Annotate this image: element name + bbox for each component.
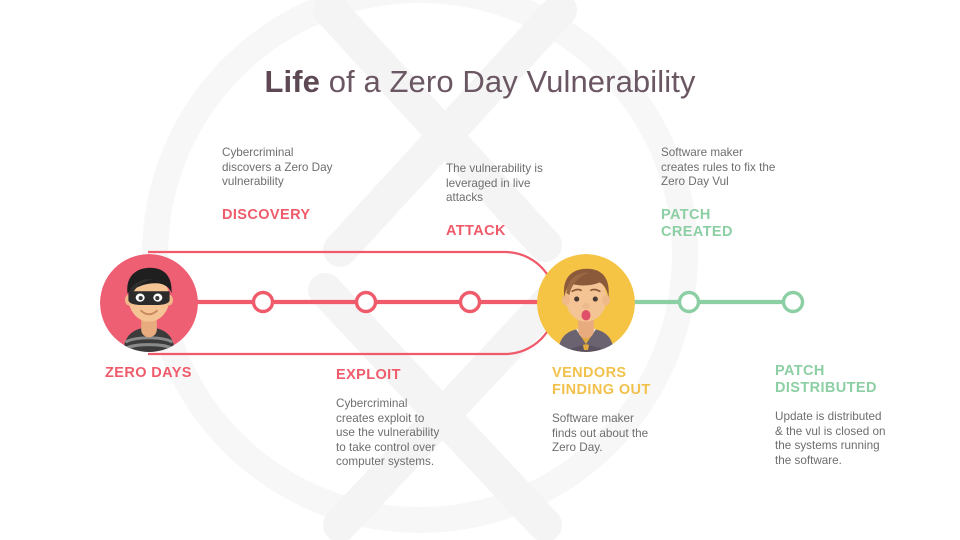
infographic-canvas: Life of a Zero Day Vulnerability Cybercr… bbox=[0, 0, 960, 540]
stage-desc-attack: The vulnerability is leveraged in live a… bbox=[446, 162, 543, 205]
stage-block-patch-created: Software maker creates rules to fix the … bbox=[661, 146, 777, 241]
vendor-avatar bbox=[537, 254, 635, 352]
stage-desc-exploit: Cybercriminal creates exploit to use the… bbox=[336, 397, 440, 469]
timeline-node-3 bbox=[458, 290, 482, 314]
stage-block-patch-distributed: PATCH DISTRIBUTED Update is distributed … bbox=[775, 363, 890, 468]
stage-block-discovery: Cybercriminal discovers a Zero Day vulne… bbox=[222, 146, 340, 224]
stage-label-patch-distributed: PATCH DISTRIBUTED bbox=[775, 363, 877, 396]
timeline-node-5 bbox=[781, 290, 805, 314]
stage-desc-vendors-finding-out: Software maker finds out about the Zero … bbox=[552, 412, 649, 455]
stage-desc-patch-created: Software maker creates rules to fix the … bbox=[661, 146, 776, 189]
stage-label-exploit: EXPLOIT bbox=[336, 367, 401, 383]
stage-desc-patch-distributed: Update is distributed & the vul is close… bbox=[775, 410, 886, 467]
timeline-node-1 bbox=[251, 290, 275, 314]
hacker-avatar bbox=[100, 254, 198, 352]
stage-label-attack: ATTACK bbox=[446, 222, 506, 239]
stage-block-zero-days: ZERO DAYS bbox=[105, 365, 235, 382]
stage-block-attack: The vulnerability is leveraged in live a… bbox=[446, 162, 566, 240]
stage-block-vendors-finding-out: VENDORS FINDING OUT Software maker finds… bbox=[552, 365, 652, 456]
stage-block-exploit: EXPLOIT Cybercriminal creates exploit to… bbox=[336, 367, 446, 470]
stage-label-discovery: DISCOVERY bbox=[222, 206, 311, 223]
stage-label-patch-created: PATCH CREATED bbox=[661, 206, 733, 240]
timeline-node-2 bbox=[354, 290, 378, 314]
timeline-node-4 bbox=[677, 290, 701, 314]
stage-label-zero-days: ZERO DAYS bbox=[105, 365, 192, 381]
stage-label-vendors-finding-out: VENDORS FINDING OUT bbox=[552, 365, 651, 398]
stage-desc-discovery: Cybercriminal discovers a Zero Day vulne… bbox=[222, 146, 333, 189]
